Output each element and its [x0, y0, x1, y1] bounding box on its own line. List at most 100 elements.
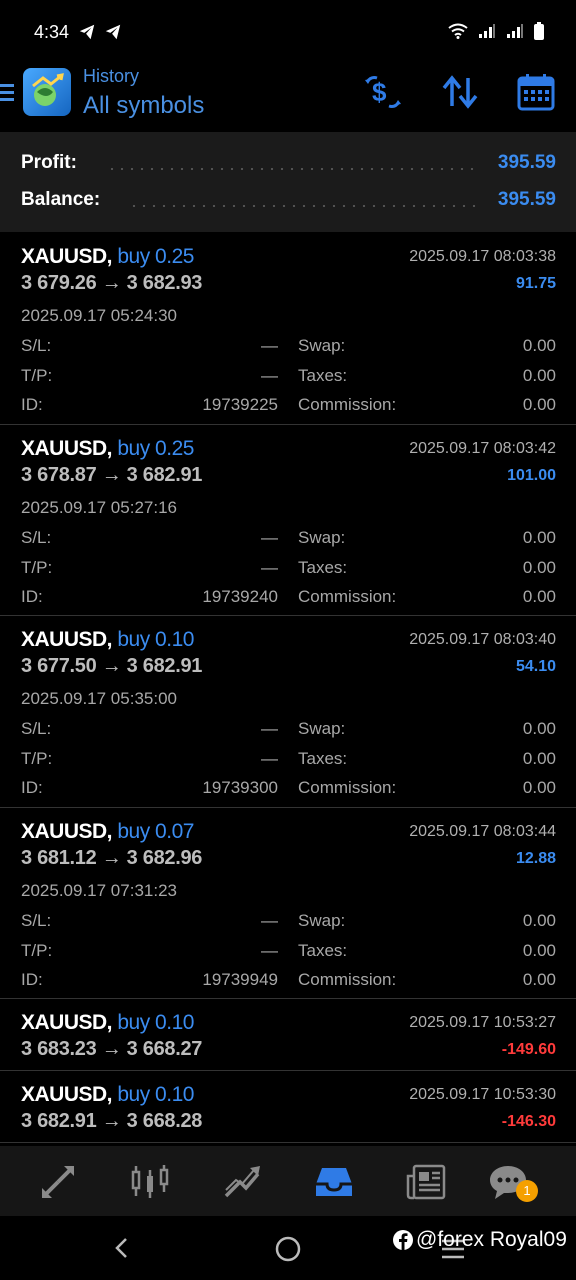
id-label: ID: — [21, 586, 43, 606]
tp-value: — — [261, 749, 278, 768]
sl-label: S/L: — [21, 336, 52, 355]
taxes-value: 0.00 — [522, 749, 556, 768]
deal-prices: 3 682.91 → 3 668.28 — [21, 1110, 203, 1132]
news-icon[interactable] — [406, 1162, 446, 1202]
sl-value: — — [261, 910, 278, 930]
trade-icon[interactable] — [222, 1162, 262, 1202]
taxes-label: Taxes: — [298, 940, 348, 960]
telegram-icon — [105, 24, 121, 40]
id-value: 19739949 — [202, 969, 278, 989]
balance-row: Balance: 395.59 — [21, 189, 556, 219]
telegram-icon — [79, 24, 95, 40]
dot-leader — [107, 168, 477, 170]
taxes-label: Taxes: — [298, 749, 348, 768]
tp-value: — — [261, 940, 278, 960]
battery-icon — [534, 22, 544, 40]
commission-value: 0.00 — [522, 395, 556, 414]
deal-type: buy 0.07 — [117, 819, 194, 843]
deal-type: buy 0.25 — [117, 436, 194, 460]
id-label: ID: — [21, 778, 43, 797]
home-icon[interactable] — [275, 1236, 301, 1262]
deal-type: buy 0.10 — [117, 1011, 194, 1034]
app-logo — [23, 68, 71, 116]
deal-symbol: XAUUSD, — [21, 1011, 113, 1034]
status-time: 4:34 — [34, 22, 70, 42]
deal-profit: -149.60 — [501, 1041, 556, 1058]
deal-type: buy 0.25 — [117, 245, 194, 268]
deal-symbol: XAUUSD, — [21, 436, 113, 460]
deal-type: buy 0.10 — [117, 628, 194, 651]
swap-label: Swap: — [298, 336, 346, 355]
commission-value: 0.00 — [522, 969, 556, 989]
deal-item[interactable]: XAUUSD, buy 0.25 2025.09.17 08:03:38 3 6… — [0, 233, 576, 425]
deal-symbol: XAUUSD, — [21, 1083, 113, 1106]
deal-open-time: 2025.09.17 05:35:00 — [21, 689, 177, 708]
deal-item[interactable]: XAUUSD, buy 0.25 2025.09.17 08:03:42 3 6… — [0, 425, 576, 616]
sl-label: S/L: — [21, 910, 52, 930]
sl-value: — — [261, 336, 278, 355]
currency-swap-icon[interactable]: $ — [363, 72, 403, 112]
commission-label: Commission: — [298, 778, 397, 797]
tp-value: — — [261, 366, 278, 385]
tp-label: T/P: — [21, 366, 53, 385]
id-value: 19739300 — [202, 778, 278, 797]
tp-label: T/P: — [21, 940, 53, 960]
page-title[interactable]: All symbols — [83, 92, 204, 120]
sl-label: S/L: — [21, 527, 52, 547]
sl-value: — — [261, 527, 278, 547]
bottom-nav — [0, 1146, 576, 1216]
commission-value: 0.00 — [522, 778, 556, 797]
deal-item[interactable]: XAUUSD, buy 0.10 2025.09.17 10:53:30 3 6… — [0, 1071, 576, 1143]
status-bar: 4:34 — [0, 0, 576, 62]
swap-value: 0.00 — [522, 527, 556, 547]
deal-profit: -146.30 — [501, 1113, 556, 1130]
deal-prices: 3 677.50 → 3 682.91 — [21, 655, 203, 677]
commission-label: Commission: — [298, 969, 397, 989]
chart-icon[interactable] — [130, 1162, 170, 1202]
deal-close-time: 2025.09.17 10:53:27 — [409, 1014, 556, 1031]
tp-value: — — [261, 557, 278, 577]
sort-icon[interactable] — [440, 72, 480, 112]
deals-list: XAUUSD, buy 0.25 2025.09.17 08:03:38 3 6… — [0, 233, 576, 1143]
deal-symbol: XAUUSD, — [21, 245, 113, 268]
taxes-label: Taxes: — [298, 366, 348, 385]
commission-value: 0.00 — [522, 586, 556, 606]
commission-label: Commission: — [298, 395, 397, 414]
tp-label: T/P: — [21, 749, 53, 768]
sl-label: S/L: — [21, 719, 52, 738]
deal-close-time: 2025.09.17 08:03:40 — [409, 631, 556, 648]
deal-item[interactable]: XAUUSD, buy 0.10 2025.09.17 08:03:40 3 6… — [0, 616, 576, 808]
deal-prices: 3 681.12 → 3 682.96 — [21, 846, 203, 869]
quotes-icon[interactable] — [38, 1162, 78, 1202]
deal-open-time: 2025.09.17 05:24:30 — [21, 306, 177, 325]
dot-leader — [129, 205, 477, 207]
taxes-value: 0.00 — [522, 557, 556, 577]
tp-label: T/P: — [21, 557, 53, 577]
commission-label: Commission: — [298, 586, 397, 606]
app-header: History All symbols $ — [0, 62, 576, 132]
deal-item[interactable]: XAUUSD, buy 0.10 2025.09.17 10:53:27 3 6… — [0, 999, 576, 1071]
profit-row: Profit: 395.59 — [21, 152, 556, 182]
swap-value: 0.00 — [522, 336, 556, 355]
signal-icon — [479, 24, 495, 38]
deal-open-time: 2025.09.17 05:27:16 — [21, 497, 177, 517]
menu-icon[interactable] — [0, 82, 16, 104]
deal-item[interactable]: XAUUSD, buy 0.07 2025.09.17 08:03:44 3 6… — [0, 808, 576, 999]
deal-close-time: 2025.09.17 08:03:42 — [409, 439, 556, 457]
deal-prices: 3 683.23 → 3 668.27 — [21, 1038, 203, 1060]
deal-close-time: 2025.09.17 10:53:30 — [409, 1086, 556, 1103]
swap-value: 0.00 — [522, 719, 556, 738]
deal-symbol: XAUUSD, — [21, 628, 113, 651]
watermark-text: @forex Royal09 — [416, 1228, 567, 1251]
swap-value: 0.00 — [522, 910, 556, 930]
facebook-icon — [393, 1230, 413, 1250]
back-icon[interactable] — [110, 1236, 134, 1260]
history-icon[interactable] — [314, 1162, 354, 1202]
deal-profit: 91.75 — [515, 275, 556, 292]
deal-profit: 54.10 — [515, 658, 556, 675]
id-label: ID: — [21, 969, 43, 989]
swap-label: Swap: — [298, 527, 346, 547]
wifi-icon — [448, 23, 468, 39]
profit-value: 395.59 — [497, 152, 556, 173]
calendar-icon[interactable] — [516, 72, 556, 112]
